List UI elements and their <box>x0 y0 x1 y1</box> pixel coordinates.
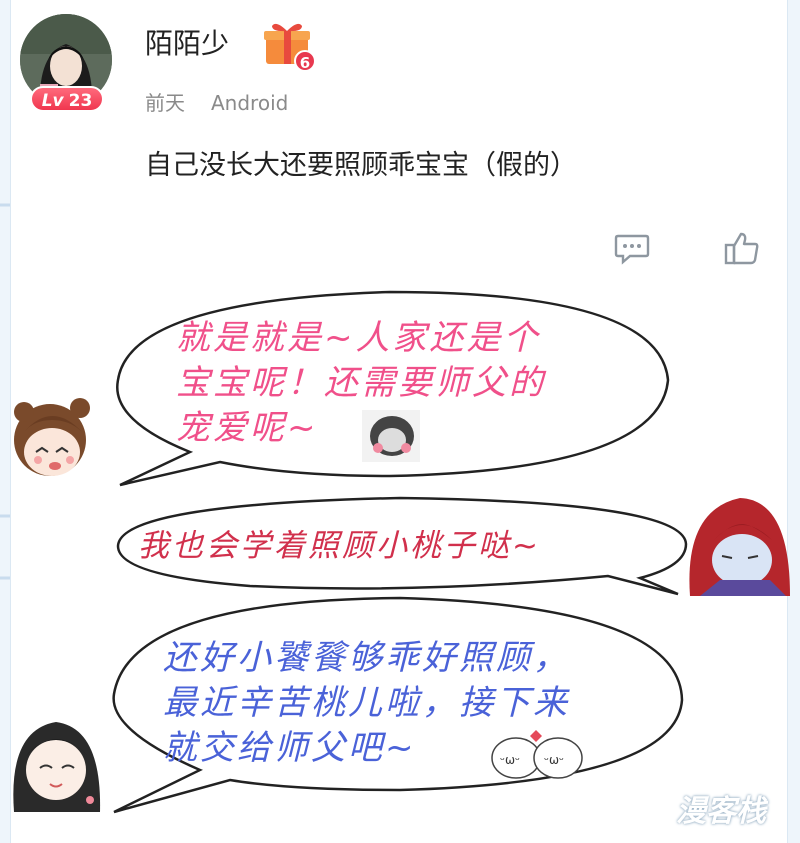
girl-chibi-avatar <box>14 398 90 476</box>
bubble-1-line-3: 宠爱呢~ <box>176 408 319 448</box>
bubble-1-line-1: 就是就是~人家还是个 <box>176 318 541 358</box>
bubble-1-text: 就是就是~人家还是个 宝宝呢！还需要师父的 宠爱呢~ <box>176 316 656 451</box>
bubble-3-line-1: 还好小饕餮够乖好照顾， <box>163 638 570 678</box>
bubble-2-text: 我也会学着照顾小桃子哒~ <box>138 528 541 564</box>
page-edge-ticks <box>0 203 10 580</box>
bubble-1-line-2: 宝宝呢！还需要师父的 <box>176 363 546 403</box>
bubble-3-text: 还好小饕餮够乖好照顾， 最近辛苦桃儿啦，接下来 就交给师父吧~ <box>163 636 673 771</box>
bubble-3-line-3: 就交给师父吧~ <box>163 728 417 768</box>
watermark-logo: 漫客栈 <box>676 794 766 829</box>
bubble-3-line-2: 最近辛苦桃儿啦，接下来 <box>163 683 570 723</box>
redhair-chibi-avatar <box>689 498 790 596</box>
shifu-chibi-avatar <box>13 722 101 812</box>
